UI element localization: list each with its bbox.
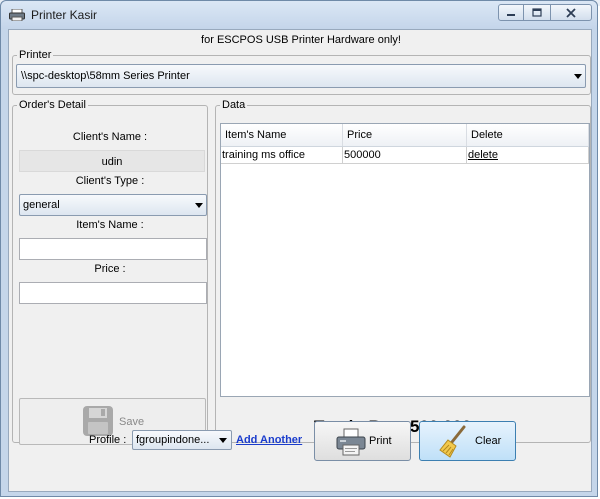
items-table: Item's Name Price Delete training ms off…: [220, 123, 590, 397]
delete-link[interactable]: delete: [467, 147, 589, 163]
price-label: Price :: [94, 263, 126, 275]
floppy-disk-icon: [83, 406, 113, 436]
client-name-label: Client's Name :: [72, 131, 148, 143]
cell-price: 500000: [343, 147, 467, 163]
broom-icon: [439, 425, 466, 458]
client-type-select[interactable]: general: [19, 194, 207, 216]
column-header-price[interactable]: Price: [343, 124, 467, 146]
printer-select[interactable]: \\spc-desktop\58mm Series Printer: [16, 64, 586, 88]
close-button[interactable]: [550, 4, 592, 21]
minimize-button[interactable]: [498, 4, 524, 21]
item-name-input[interactable]: [19, 238, 207, 260]
title-bar: Printer Kasir: [1, 1, 597, 29]
printer-legend: Printer: [19, 49, 52, 61]
save-label: Save: [119, 416, 145, 428]
chevron-down-icon: [219, 438, 227, 443]
printer-selected-value: \\spc-desktop\58mm Series Printer: [21, 70, 190, 82]
maximize-button[interactable]: [524, 4, 550, 21]
chevron-down-icon: [195, 203, 203, 208]
client-type-label: Client's Type :: [75, 175, 145, 187]
clear-button[interactable]: Clear: [419, 421, 516, 461]
clear-label: Clear: [475, 435, 502, 447]
profile-select[interactable]: fgroupindone...: [132, 430, 232, 450]
profile-selected-value: fgroupindone...: [136, 434, 210, 446]
column-header-delete[interactable]: Delete: [467, 124, 589, 146]
profile-label: Profile :: [89, 434, 127, 446]
printer-icon: [336, 428, 366, 456]
add-another-link[interactable]: Add Another: [236, 434, 302, 446]
order-detail-group: Order's Detail Client's Name : udin Clie…: [12, 99, 208, 445]
cell-item-name: training ms office: [221, 147, 343, 163]
maximize-icon: [532, 8, 542, 17]
table-header: Item's Name Price Delete: [221, 124, 589, 147]
print-label: Print: [369, 435, 392, 447]
client-type-selected-value: general: [23, 199, 60, 211]
minimize-icon: [507, 13, 515, 16]
client-area: for ESCPOS USB Printer Hardware only! Pr…: [8, 29, 592, 492]
window-title: Printer Kasir: [31, 8, 98, 22]
table-row[interactable]: training ms office 500000 delete: [221, 147, 589, 164]
price-input[interactable]: [19, 282, 207, 304]
hardware-notice: for ESCPOS USB Printer Hardware only!: [201, 34, 401, 46]
client-name-value: udin: [19, 150, 205, 172]
data-legend: Data: [222, 99, 246, 111]
data-group: Data Item's Name Price Delete training m…: [215, 99, 591, 443]
printer-group: Printer \\spc-desktop\58mm Series Printe…: [12, 49, 591, 95]
chevron-down-icon: [574, 74, 582, 79]
window-controls: [498, 4, 592, 22]
order-detail-legend: Order's Detail: [19, 99, 86, 111]
item-name-label: Item's Name :: [76, 219, 144, 231]
print-button[interactable]: Print: [314, 421, 411, 461]
printer-kasir-window: Printer Kasir for ESCPOS USB Printer Har…: [0, 0, 598, 497]
printer-icon: [9, 8, 25, 22]
close-icon: [566, 7, 576, 18]
column-header-item-name[interactable]: Item's Name: [221, 124, 343, 146]
